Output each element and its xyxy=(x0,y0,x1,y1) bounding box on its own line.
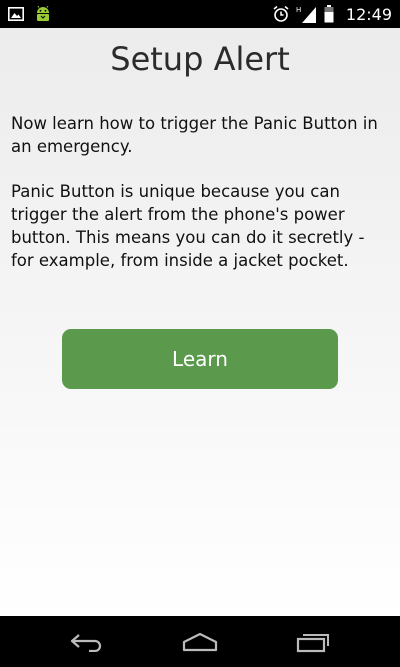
signal-icon: H xyxy=(296,5,318,23)
home-icon xyxy=(181,632,219,652)
back-icon xyxy=(69,632,105,652)
recent-apps-button[interactable] xyxy=(283,622,343,662)
status-time: 12:49 xyxy=(345,4,392,24)
description-text: Panic Button is unique because you can t… xyxy=(11,182,365,270)
status-right: H 12:49 xyxy=(272,5,392,24)
status-bar: H 12:49 xyxy=(0,0,400,28)
android-debug-icon xyxy=(34,6,52,22)
navigation-bar xyxy=(0,616,400,667)
status-left xyxy=(8,6,52,22)
alarm-icon xyxy=(272,5,290,23)
recent-apps-icon xyxy=(295,631,331,653)
learn-button[interactable]: Learn xyxy=(62,329,338,389)
home-button[interactable] xyxy=(170,622,230,662)
battery-icon xyxy=(324,5,334,23)
main-content: Setup Alert Now learn how to trigger the… xyxy=(0,28,400,616)
page-title: Setup Alert xyxy=(110,40,290,78)
svg-text:H: H xyxy=(296,6,301,14)
image-notification-icon xyxy=(8,7,24,21)
instruction-text: Now learn how to trigger the Panic Butto… xyxy=(11,114,378,156)
app-screen: H 12:49 Setup Alert Now learn how to tri… xyxy=(0,0,400,667)
back-button[interactable] xyxy=(57,622,117,662)
